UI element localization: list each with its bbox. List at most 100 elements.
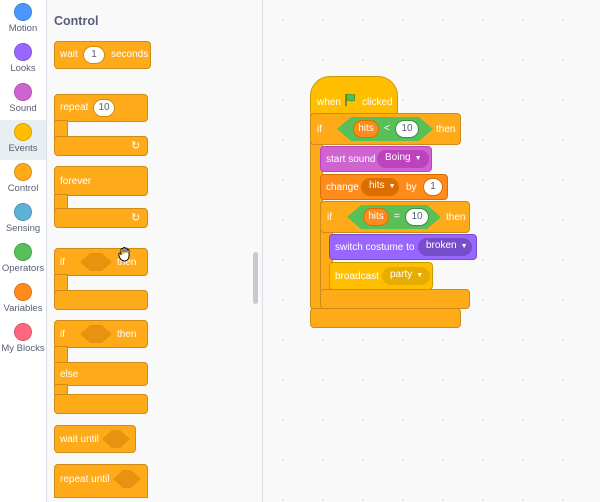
sound-dot-icon — [14, 83, 32, 101]
category-label: Events — [8, 143, 38, 154]
category-sound[interactable]: Sound — [0, 82, 46, 122]
chevron-down-icon: ▼ — [416, 272, 424, 279]
condition-slot[interactable] — [80, 325, 112, 343]
category-label: My Blocks — [1, 343, 45, 354]
control-dot-icon — [14, 163, 32, 181]
category-label: Sensing — [5, 223, 41, 234]
dropdown-value: party — [390, 269, 413, 280]
block-label: if — [317, 124, 322, 135]
change-variable-block[interactable]: change hits ▼ by 1 — [320, 174, 448, 200]
equals-operator[interactable]: hits = 10 — [347, 205, 441, 229]
compare-value-input[interactable]: 10 — [395, 120, 419, 138]
chevron-down-icon: ▼ — [414, 155, 422, 162]
green-flag-icon — [344, 93, 358, 107]
if-hits-equals-block[interactable]: if hits = 10 then — [320, 201, 470, 233]
motion-dot-icon — [14, 3, 32, 21]
block-label: wait until — [60, 434, 99, 445]
if-else-footer — [54, 394, 148, 414]
category-operators[interactable]: Operators — [0, 242, 46, 282]
block-label: then — [436, 124, 456, 135]
block-palette: Control wait 1 seconds repeat 10 ↻ forev… — [47, 0, 263, 502]
if-hits-less-than-block[interactable]: if hits < 10 then — [310, 113, 461, 145]
wait-value-input[interactable]: 1 — [83, 46, 105, 64]
block-label: else — [60, 369, 79, 380]
chevron-down-icon: ▼ — [388, 183, 396, 190]
chevron-down-icon: ▼ — [460, 243, 468, 250]
condition-slot[interactable] — [80, 253, 112, 271]
looks-dot-icon — [14, 43, 32, 61]
if-footer — [54, 290, 148, 310]
block-label: repeat until — [60, 474, 110, 485]
block-label: if — [60, 257, 65, 268]
wait-until-block[interactable]: wait until — [54, 425, 136, 453]
script-workspace[interactable]: when clicked if hits < 10 then start sou… — [263, 0, 600, 502]
block-label: clicked — [362, 97, 393, 108]
block-label: if — [327, 212, 332, 223]
category-label: Variables — [3, 303, 43, 314]
forever-block[interactable]: forever ↻ — [54, 166, 150, 230]
my-blocks-dot-icon — [14, 323, 32, 341]
operator-symbol: < — [384, 123, 390, 134]
start-sound-block[interactable]: start sound Boing ▼ — [320, 146, 432, 172]
block-label: then — [117, 329, 137, 340]
hits-variable-reporter[interactable]: hits — [363, 208, 389, 226]
palette-title: Control — [54, 14, 99, 28]
less-than-operator[interactable]: hits < 10 — [337, 117, 433, 141]
repeat-block[interactable]: repeat 10 ↻ — [54, 94, 150, 158]
block-label: broadcast — [335, 271, 379, 282]
events-dot-icon — [14, 123, 32, 141]
grab-hand-icon — [117, 246, 133, 262]
dropdown-value: hits — [369, 180, 385, 191]
category-my-blocks[interactable]: My Blocks — [0, 322, 46, 362]
category-control[interactable]: Control — [0, 162, 46, 202]
when-flag-clicked-block[interactable]: when clicked — [310, 76, 398, 116]
category-label: Sound — [9, 103, 37, 114]
broadcast-block[interactable]: broadcast party ▼ — [329, 262, 433, 290]
repeat-until-block[interactable]: repeat until — [54, 464, 148, 498]
forever-header: forever — [54, 166, 148, 196]
category-sensing[interactable]: Sensing — [0, 202, 46, 242]
block-label: forever — [60, 176, 92, 187]
block-label: then — [446, 212, 466, 223]
category-variables[interactable]: Variables — [0, 282, 46, 322]
category-label: Operators — [1, 263, 45, 274]
category-menu: Motion Looks Sound Events Control Sensin… — [0, 0, 47, 502]
block-label: when — [317, 97, 341, 108]
dropdown-value: Boing — [385, 152, 411, 163]
wait-seconds-block[interactable]: wait 1 seconds — [54, 41, 151, 69]
loop-arrow-icon: ↻ — [131, 212, 141, 224]
category-events[interactable]: Events — [0, 120, 46, 160]
if-else-block[interactable]: if then else — [54, 320, 150, 416]
else-section: else — [54, 362, 148, 386]
repeat-footer: ↻ — [54, 136, 148, 156]
operators-dot-icon — [14, 243, 32, 261]
compare-value-input[interactable]: 10 — [405, 208, 429, 226]
operator-symbol: = — [394, 211, 400, 222]
block-label: switch costume to — [335, 242, 415, 253]
palette-scrollbar[interactable] — [253, 252, 258, 304]
block-label: repeat — [60, 102, 89, 113]
change-amount-input[interactable]: 1 — [423, 178, 443, 196]
costume-dropdown[interactable]: broken ▼ — [418, 238, 472, 256]
condition-slot[interactable] — [102, 430, 130, 448]
hits-variable-reporter[interactable]: hits — [353, 120, 379, 138]
message-dropdown[interactable]: party ▼ — [382, 267, 430, 285]
if-outer-footer — [310, 308, 461, 328]
category-looks[interactable]: Looks — [0, 42, 46, 82]
block-label: start sound — [326, 154, 376, 165]
category-label: Motion — [8, 23, 38, 34]
repeat-count-input[interactable]: 10 — [93, 99, 115, 117]
category-motion[interactable]: Motion — [0, 2, 46, 42]
forever-footer: ↻ — [54, 208, 148, 228]
variables-dot-icon — [14, 283, 32, 301]
category-label: Looks — [10, 63, 36, 74]
sensing-dot-icon — [14, 203, 32, 221]
variable-dropdown[interactable]: hits ▼ — [361, 178, 399, 196]
switch-costume-block[interactable]: switch costume to broken ▼ — [329, 234, 477, 260]
if-inner-footer — [320, 289, 470, 309]
sound-dropdown[interactable]: Boing ▼ — [377, 150, 429, 168]
if-then-block[interactable]: if then — [54, 248, 150, 312]
block-label: wait — [60, 49, 78, 60]
if-else-header: if then — [54, 320, 148, 348]
condition-slot[interactable] — [113, 470, 141, 488]
